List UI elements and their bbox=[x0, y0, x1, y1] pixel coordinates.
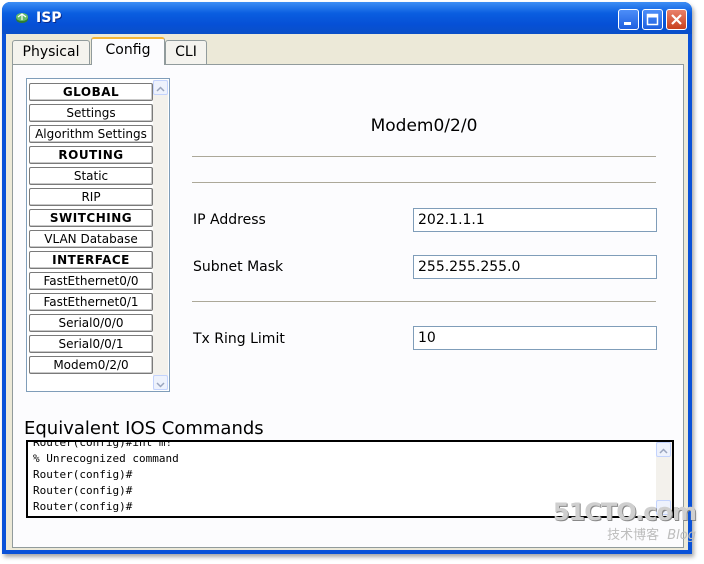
nav-item-serial0-0-1[interactable]: Serial0/0/1 bbox=[29, 335, 153, 353]
divider bbox=[192, 182, 656, 183]
scroll-down-arrow-icon[interactable] bbox=[153, 375, 168, 390]
watermark-logo: 51CTO.com bbox=[552, 498, 697, 526]
nav-item-settings[interactable]: Settings bbox=[29, 104, 153, 122]
subnet-mask-label: Subnet Mask bbox=[193, 259, 284, 275]
subnet-mask-input[interactable]: 255.255.255.0 bbox=[413, 255, 657, 279]
nav-item-static[interactable]: Static bbox=[29, 167, 153, 185]
equivalent-ios-commands-title: Equivalent IOS Commands bbox=[24, 418, 264, 439]
watermark-subtitle: 技术博客 Blog bbox=[553, 524, 696, 543]
nav-scrollbar[interactable] bbox=[153, 80, 168, 390]
nav-item-fastethernet0-0[interactable]: FastEthernet0/0 bbox=[29, 272, 153, 290]
nav-item-vlan-database[interactable]: VLAN Database bbox=[29, 230, 153, 248]
ip-address-label: IP Address bbox=[193, 212, 266, 228]
divider bbox=[192, 301, 656, 302]
isp-window: ISP Physical Config CLI GLOBAL Settings … bbox=[2, 2, 692, 554]
tx-ring-limit-label: Tx Ring Limit bbox=[193, 331, 285, 347]
window-client-area: Physical Config CLI GLOBAL Settings Algo… bbox=[6, 34, 688, 550]
tx-ring-limit-input[interactable]: 10 bbox=[413, 326, 657, 350]
title-bar[interactable]: ISP bbox=[2, 2, 692, 34]
nav-item-modem0-2-0[interactable]: Modem0/2/0 bbox=[29, 356, 153, 374]
nav-header-interface[interactable]: INTERFACE bbox=[29, 251, 153, 269]
nav-header-global[interactable]: GLOBAL bbox=[29, 83, 153, 101]
close-button[interactable] bbox=[666, 9, 687, 30]
console-line: Router(config)# bbox=[33, 500, 133, 513]
config-nav-list: GLOBAL Settings Algorithm Settings ROUTI… bbox=[26, 78, 170, 392]
nav-item-algorithm-settings[interactable]: Algorithm Settings bbox=[29, 125, 153, 143]
scroll-up-arrow-icon[interactable] bbox=[153, 80, 168, 95]
nav-item-rip[interactable]: RIP bbox=[29, 188, 153, 206]
scroll-up-arrow-icon[interactable] bbox=[656, 442, 671, 457]
watermark-sub-text: 技术博客 bbox=[607, 528, 660, 543]
minimize-icon bbox=[624, 22, 631, 25]
nav-item-fastethernet0-1[interactable]: FastEthernet0/1 bbox=[29, 293, 153, 311]
tab-cli[interactable]: CLI bbox=[165, 40, 207, 64]
maximize-button[interactable] bbox=[642, 9, 663, 30]
console-line: Router(config)# bbox=[33, 468, 133, 481]
close-icon bbox=[671, 14, 682, 25]
maximize-icon bbox=[646, 13, 659, 26]
console-line: Router(config)# bbox=[33, 484, 133, 497]
nav-item-serial0-0-0[interactable]: Serial0/0/0 bbox=[29, 314, 153, 332]
site-watermark: 51CTO.com 技术博客 Blog bbox=[552, 498, 697, 543]
divider bbox=[192, 156, 656, 157]
tab-physical[interactable]: Physical bbox=[12, 40, 90, 64]
router-app-icon bbox=[16, 13, 28, 23]
interface-title: Modem0/2/0 bbox=[370, 116, 478, 136]
nav-header-switching[interactable]: SWITCHING bbox=[29, 209, 153, 227]
window-title: ISP bbox=[36, 10, 62, 26]
console-line: Router(config)#int m! bbox=[33, 440, 173, 449]
watermark-blog-text: Blog bbox=[667, 528, 696, 543]
console-line: % Unrecognized command bbox=[33, 452, 179, 465]
ip-address-input[interactable]: 202.1.1.1 bbox=[413, 208, 657, 232]
nav-header-routing[interactable]: ROUTING bbox=[29, 146, 153, 164]
minimize-button[interactable] bbox=[618, 9, 639, 30]
tab-config[interactable]: Config bbox=[91, 37, 165, 65]
